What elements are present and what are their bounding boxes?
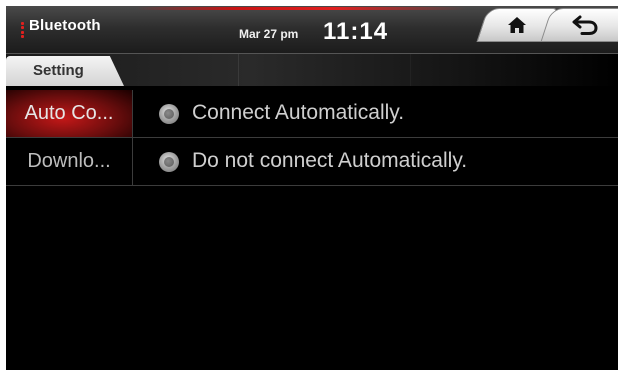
home-icon bbox=[508, 17, 526, 33]
date-display: Mar 27 pm bbox=[239, 27, 299, 41]
app-indicator-icon bbox=[21, 22, 24, 38]
setting-label-download[interactable]: Downlo... bbox=[6, 138, 133, 185]
settings-list: Auto Co... Connect Automatically. Downlo… bbox=[6, 86, 618, 370]
option-do-not-connect[interactable]: Do not connect Automatically. bbox=[192, 149, 467, 173]
option-connect-automatically[interactable]: Connect Automatically. bbox=[192, 101, 404, 125]
setting-row-auto-connect[interactable]: Auto Co... Connect Automatically. bbox=[6, 90, 618, 138]
radio-do-not-connect[interactable] bbox=[159, 152, 179, 172]
tab-setting-label: Setting bbox=[33, 62, 84, 79]
status-accent-line bbox=[136, 7, 466, 10]
status-bar: Bluetooth Mar 27 pm 11:14 bbox=[6, 6, 618, 54]
back-button[interactable] bbox=[540, 8, 618, 42]
radio-connect-automatically[interactable] bbox=[159, 104, 179, 124]
app-title: Bluetooth bbox=[29, 17, 101, 34]
setting-label-auto-connect[interactable]: Auto Co... bbox=[6, 90, 133, 137]
time-display: 11:14 bbox=[323, 18, 389, 45]
tab-divider bbox=[410, 54, 411, 86]
back-arrow-icon bbox=[572, 15, 598, 35]
bluetooth-screen: Bluetooth Mar 27 pm 11:14 Setting Auto C… bbox=[6, 6, 618, 370]
tab-divider bbox=[238, 54, 239, 86]
setting-row-download[interactable]: Downlo... Do not connect Automatically. bbox=[6, 138, 618, 186]
